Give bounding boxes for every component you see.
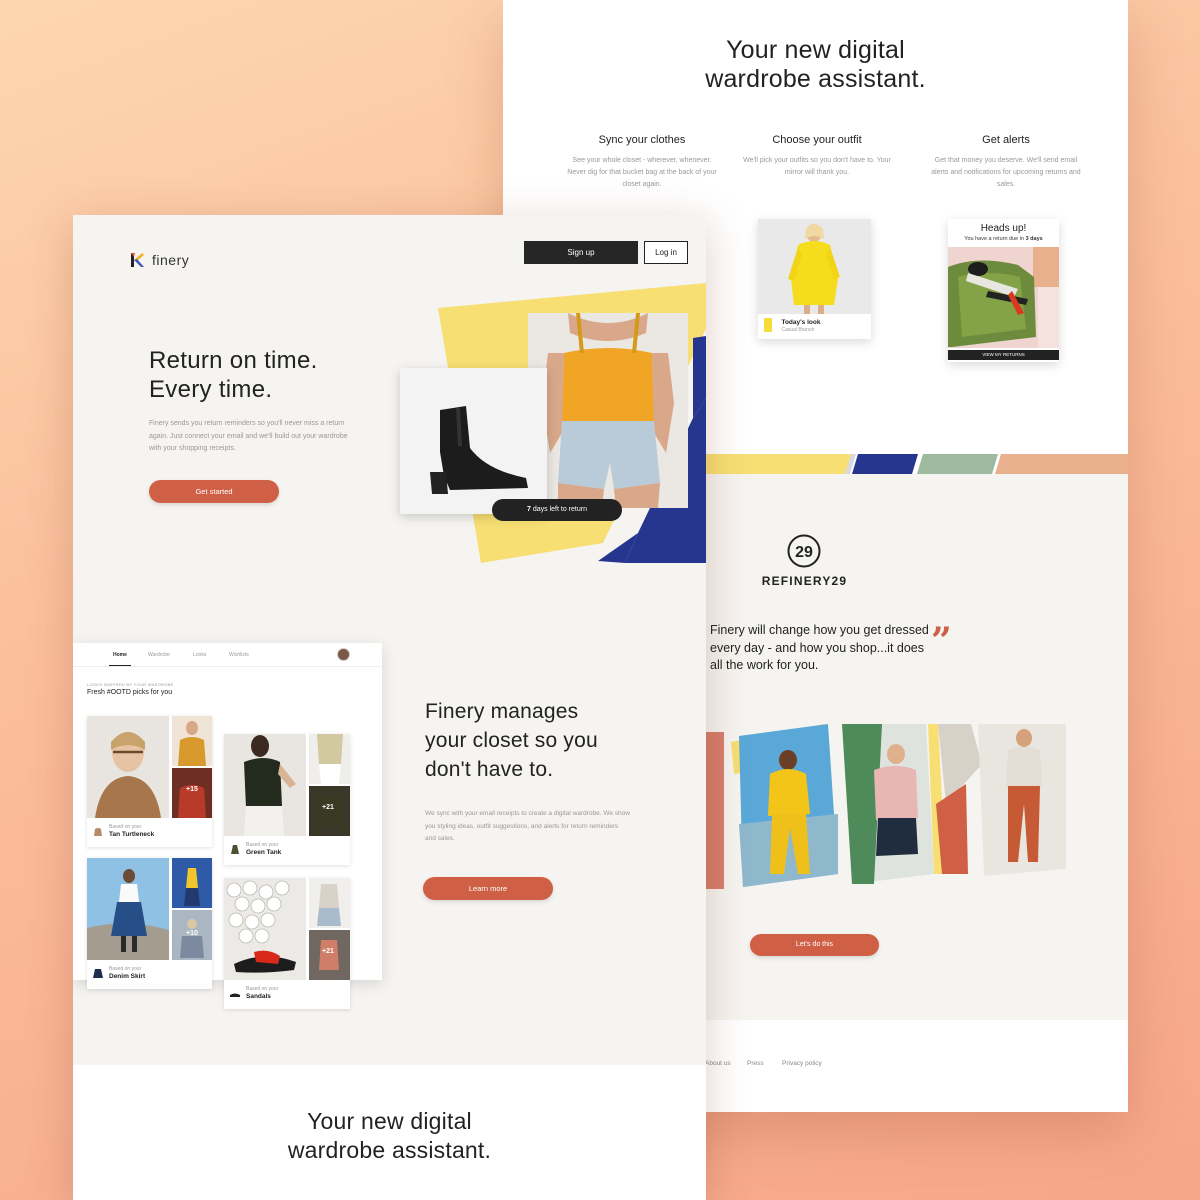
sandal-thumb-icon: [230, 993, 240, 997]
based-on-label: Based on your: [109, 824, 142, 830]
alert-days: 3 days: [1025, 236, 1043, 242]
yellow-dress-photo: [758, 219, 871, 314]
active-tab-indicator: [109, 665, 131, 666]
look-title: Today's look: [781, 319, 821, 326]
feature-title: Get alerts: [982, 134, 1030, 146]
more-count: +10: [186, 930, 198, 937]
back-page-heading: Your new digital wardrobe assistant.: [705, 36, 926, 93]
feature-text: We'll pick your outfits so you don't hav…: [743, 157, 891, 176]
red-top-photo: [172, 768, 212, 818]
footer-link-privacy[interactable]: Privacy policy: [782, 1060, 822, 1067]
blue-outfit-photo: [172, 858, 212, 908]
based-on-label: Based on your: [109, 966, 142, 972]
app-screenshot: Home Wardrobe Looks Wishlists LOOKS INSP…: [73, 643, 382, 1009]
more-count: +21: [322, 804, 334, 811]
alert-text-prefix: You have a return due in: [964, 236, 1026, 242]
item-name: Sandals: [246, 993, 271, 1000]
front-page: finery Sign up Log in Return on time. Ev…: [73, 215, 706, 1200]
sandals-photo: [224, 878, 306, 980]
item-name: Green Tank: [246, 849, 282, 856]
section-title: Finery manages your closet so you don't …: [425, 700, 598, 781]
item-name: Tan Turtleneck: [109, 831, 155, 838]
tank-thumb-icon: [231, 845, 239, 854]
tab-wardrobe[interactable]: Wardrobe: [148, 652, 170, 658]
refinery29-logo: 29: [787, 534, 821, 568]
yellow-dress-thumb: [764, 318, 772, 332]
alert-text: You have a return due in 3 days: [948, 236, 1059, 242]
based-on-label: Based on your: [246, 986, 279, 992]
olive-top-photo: [309, 786, 350, 836]
look-card-footer: Today's look Casual Brunch: [764, 318, 820, 336]
look-subtitle: Casual Brunch: [781, 327, 815, 333]
footer-link-press[interactable]: Press: [747, 1060, 764, 1067]
return-alert-card: Heads up! You have a return due in 3 day…: [948, 219, 1059, 362]
outfit-card[interactable]: +21 Based on your Sandals: [224, 878, 350, 1009]
todays-look-card[interactable]: Today's look Casual Brunch: [758, 219, 871, 339]
quote-mark-icon: ”: [931, 620, 952, 662]
based-on-label: Based on your: [246, 842, 279, 848]
feature-title: Sync your clothes: [598, 134, 686, 146]
feature-text: See your whole closet - wherever, whenev…: [567, 157, 717, 188]
white-pants-photo: [309, 734, 350, 784]
feature-get-alerts: Get alerts Get that money you deserve. W…: [931, 134, 1081, 191]
section-subtitle: Fresh #OOTD picks for you: [87, 689, 173, 696]
log-in-button[interactable]: Log in: [644, 241, 688, 264]
feature-text: Get that money you deserve. We'll send e…: [931, 157, 1081, 188]
skirt-thumb-icon: [93, 969, 103, 978]
sign-up-button[interactable]: Sign up: [524, 241, 638, 264]
days-left-pill: 7 days left to return: [492, 499, 622, 521]
street-style-photo: [309, 930, 350, 980]
green-tank-photo: [224, 734, 306, 836]
tab-home[interactable]: Home: [113, 652, 127, 658]
svg-text:29: 29: [795, 544, 813, 561]
front-bottom-heading: Your new digital wardrobe assistant.: [287, 1108, 492, 1163]
alert-title: Heads up!: [980, 223, 1027, 234]
learn-more-button[interactable]: Learn more: [423, 877, 553, 900]
brand-name[interactable]: finery: [152, 252, 189, 268]
section-text: We sync with your email receipts to crea…: [425, 810, 630, 842]
finery-logo-icon[interactable]: [130, 252, 146, 268]
feature-title: Choose your outfit: [772, 134, 862, 146]
get-started-button[interactable]: Get started: [149, 480, 279, 503]
lifestyle-photo-strip: [706, 724, 1066, 889]
section-eyebrow: LOOKS INSPIRED BY YOUR WARDROBE: [87, 682, 174, 687]
view-returns-button[interactable]: VIEW MY RETURNS: [948, 350, 1059, 360]
feature-choose-outfit: Choose your outfit We'll pick your outfi…: [741, 134, 893, 179]
outfit-card[interactable]: +21 Based on your Green Tank: [224, 734, 350, 865]
denim-skirt-photo: [87, 858, 169, 960]
orange-top-photo: [528, 313, 688, 508]
lets-do-this-button[interactable]: Let's do this: [750, 934, 879, 956]
more-count: +21: [322, 948, 334, 955]
footer-link-about[interactable]: About us: [705, 1060, 731, 1067]
days-label: days left to return: [530, 506, 587, 513]
avatar[interactable]: [337, 648, 350, 661]
press-quote: Finery will change how you get dressed e…: [710, 623, 929, 672]
hero-text: Finery sends you return reminders so you…: [149, 420, 348, 452]
turtleneck-photo: [87, 716, 169, 818]
jeans-photo: [309, 878, 350, 928]
more-count: +15: [186, 786, 198, 793]
hero-title: Return on time. Every time.: [149, 347, 318, 403]
tab-looks[interactable]: Looks: [193, 652, 206, 658]
item-name: Denim Skirt: [109, 973, 146, 980]
outfit-card[interactable]: +15 Based on your Tan Turtleneck: [87, 716, 212, 847]
ankle-boot-photo: [400, 368, 547, 514]
turtleneck-thumb-icon: [94, 828, 102, 836]
mustard-sweater-photo: [172, 716, 212, 766]
tab-wishlists[interactable]: Wishlists: [229, 652, 249, 658]
outfit-card[interactable]: +10 Based on your Denim Skirt: [87, 858, 212, 989]
green-chair-photo: [948, 247, 1059, 348]
feature-sync-clothes: Sync your clothes See your whole closet …: [567, 134, 717, 191]
